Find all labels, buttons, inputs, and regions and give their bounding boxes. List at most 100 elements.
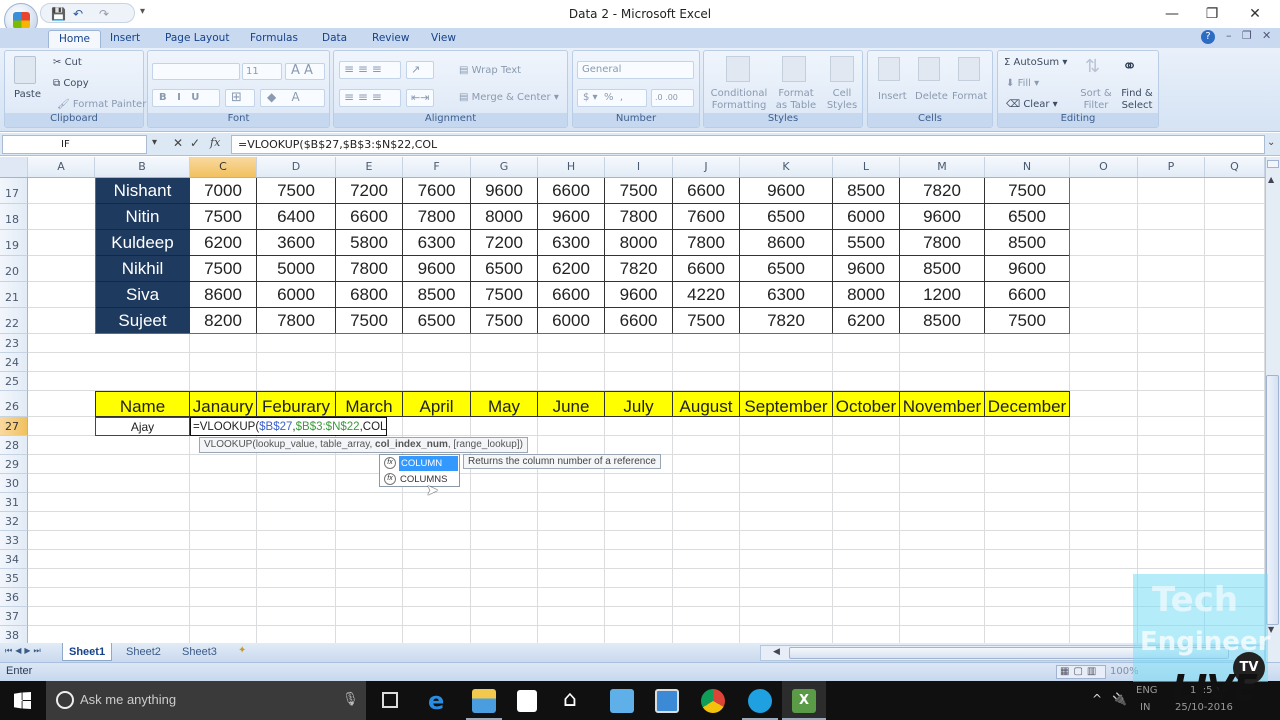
table-value-cell[interactable]: 6800 [336,282,403,308]
column-header-j[interactable]: J [673,157,740,177]
row-header-36[interactable]: 36 [0,588,28,607]
table-value-cell[interactable]: 6000 [538,308,605,334]
table-value-cell[interactable]: 7500 [336,308,403,334]
table-value-cell[interactable]: 7820 [740,308,833,334]
lookup-header-cell[interactable]: Name [95,391,190,417]
table-value-cell[interactable]: 7500 [257,178,336,204]
table-value-cell[interactable]: 6600 [985,282,1070,308]
sheet-tab-sheet1[interactable]: Sheet1 [62,643,113,661]
table-name-cell[interactable]: Nishant [95,178,190,204]
table-value-cell[interactable]: 6300 [403,230,471,256]
edge-icon[interactable]: e [428,687,444,715]
table-value-cell[interactable]: 6400 [257,204,336,230]
row-header-18[interactable]: 18 [0,204,28,230]
conditional-formatting-button[interactable]: Conditional Formatting [708,88,770,112]
file-explorer-icon[interactable] [472,689,496,713]
table-value-cell[interactable]: 7600 [673,204,740,230]
column-header-c[interactable]: C [190,157,257,177]
formula-input[interactable]: =VLOOKUP($B$27,$B$3:$N$22,COL [231,135,1265,154]
table-value-cell[interactable]: 9600 [900,204,985,230]
table-value-cell[interactable]: 6000 [257,282,336,308]
column-header-o[interactable]: O [1070,157,1138,177]
tab-review[interactable]: Review [372,30,409,48]
table-value-cell[interactable]: 9600 [605,282,673,308]
table-value-cell[interactable]: 7600 [403,178,471,204]
table-value-cell[interactable]: 7800 [605,204,673,230]
lookup-header-cell[interactable]: September [740,391,833,417]
autosum-button[interactable]: Σ AutoSum ▾ [1004,57,1067,68]
decimal-buttons[interactable]: .0 .00 [651,89,694,107]
table-value-cell[interactable]: 6600 [538,282,605,308]
row-header-24[interactable]: 24 [0,353,28,372]
table-value-cell[interactable]: 7200 [336,178,403,204]
column-header-n[interactable]: N [985,157,1070,177]
table-value-cell[interactable]: 7800 [257,308,336,334]
close-button[interactable]: ✕ [1240,4,1270,24]
row-header-32[interactable]: 32 [0,512,28,531]
home-icon[interactable]: ⌂ [563,687,577,712]
table-value-cell[interactable]: 7800 [900,230,985,256]
autocomplete-item-columns[interactable]: fx COLUMNS [381,472,458,487]
microphone-icon[interactable]: 🎙 [342,692,359,707]
table-value-cell[interactable]: 8600 [190,282,257,308]
row-header-35[interactable]: 35 [0,569,28,588]
start-button[interactable] [14,692,31,709]
table-value-cell[interactable]: 7500 [190,204,257,230]
lookup-header-cell[interactable]: March [336,391,403,417]
lookup-header-cell[interactable]: Feburary [257,391,336,417]
workbook-minimize-button[interactable]: – [1226,29,1232,42]
autocomplete-item-column[interactable]: COLUMN [399,456,458,471]
tab-view[interactable]: View [431,30,456,48]
table-value-cell[interactable]: 8500 [900,256,985,282]
table-name-cell[interactable]: Sujeet [95,308,190,334]
row-header-29[interactable]: 29 [0,455,28,474]
grow-shrink-font-buttons[interactable]: A A [285,63,325,80]
row-header-30[interactable]: 30 [0,474,28,493]
table-value-cell[interactable]: 9600 [538,204,605,230]
bold-italic-underline-buttons[interactable]: B I U [152,89,220,107]
table-value-cell[interactable]: 9600 [403,256,471,282]
language-indicator[interactable]: ENG [1136,685,1158,696]
lookup-header-cell[interactable]: Janaury [190,391,257,417]
table-value-cell[interactable]: 6500 [740,256,833,282]
font-size-select[interactable]: 11 [242,63,282,80]
table-value-cell[interactable]: 6500 [471,256,538,282]
computer-icon[interactable] [655,689,679,713]
format-button[interactable]: Format [952,91,987,102]
scroll-left-icon[interactable]: ◀ [773,647,780,657]
column-header-q[interactable]: Q [1205,157,1265,177]
tab-page-layout[interactable]: Page Layout [165,30,229,48]
show-hidden-icons-button[interactable]: ^ [1092,692,1102,706]
row-header-33[interactable]: 33 [0,531,28,550]
name-box-dropdown-icon[interactable]: ▾ [152,137,157,148]
table-value-cell[interactable]: 6300 [740,282,833,308]
delete-button[interactable]: Delete [915,91,948,102]
table-value-cell[interactable]: 7500 [673,308,740,334]
row-header-26[interactable]: 26 [0,391,28,417]
table-value-cell[interactable]: 7800 [673,230,740,256]
lookup-header-cell[interactable]: May [471,391,538,417]
table-value-cell[interactable]: 7820 [900,178,985,204]
sort-filter-button[interactable]: Sort & Filter [1078,88,1114,112]
table-value-cell[interactable]: 8200 [190,308,257,334]
table-value-cell[interactable]: 6500 [403,308,471,334]
table-value-cell[interactable]: 5000 [257,256,336,282]
task-view-icon[interactable] [382,692,398,708]
sheet-tab-sheet3[interactable]: Sheet3 [182,643,217,661]
table-name-cell[interactable]: Nikhil [95,256,190,282]
table-value-cell[interactable]: 7500 [471,282,538,308]
column-header-d[interactable]: D [257,157,336,177]
insert-sheet-icon[interactable]: ✦ [238,645,246,656]
row-header-34[interactable]: 34 [0,550,28,569]
format-painter-button[interactable]: 🖌 Format Painter [57,99,146,110]
mail-app-icon[interactable] [610,689,634,713]
table-value-cell[interactable]: 6500 [740,204,833,230]
select-all-button[interactable] [0,157,28,177]
column-header-i[interactable]: I [605,157,673,177]
table-value-cell[interactable]: 7500 [190,256,257,282]
skype-icon[interactable] [748,689,772,713]
row-header-17[interactable]: 17 [0,178,28,204]
row-header-21[interactable]: 21 [0,282,28,308]
column-header-p[interactable]: P [1138,157,1205,177]
tab-data[interactable]: Data [322,30,347,48]
